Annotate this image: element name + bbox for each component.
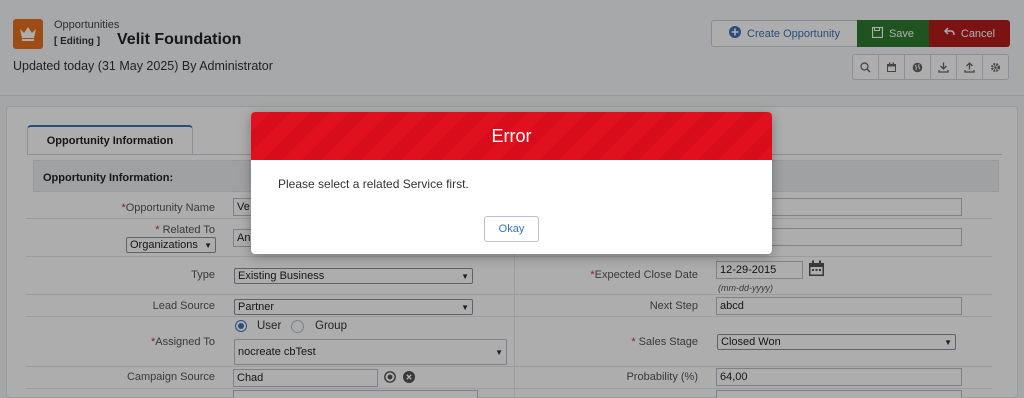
dialog-title: Error (251, 112, 772, 160)
error-dialog: Error Please select a related Service fi… (251, 112, 772, 254)
dialog-message: Please select a related Service first. (278, 177, 469, 191)
okay-button[interactable]: Okay (484, 216, 539, 242)
